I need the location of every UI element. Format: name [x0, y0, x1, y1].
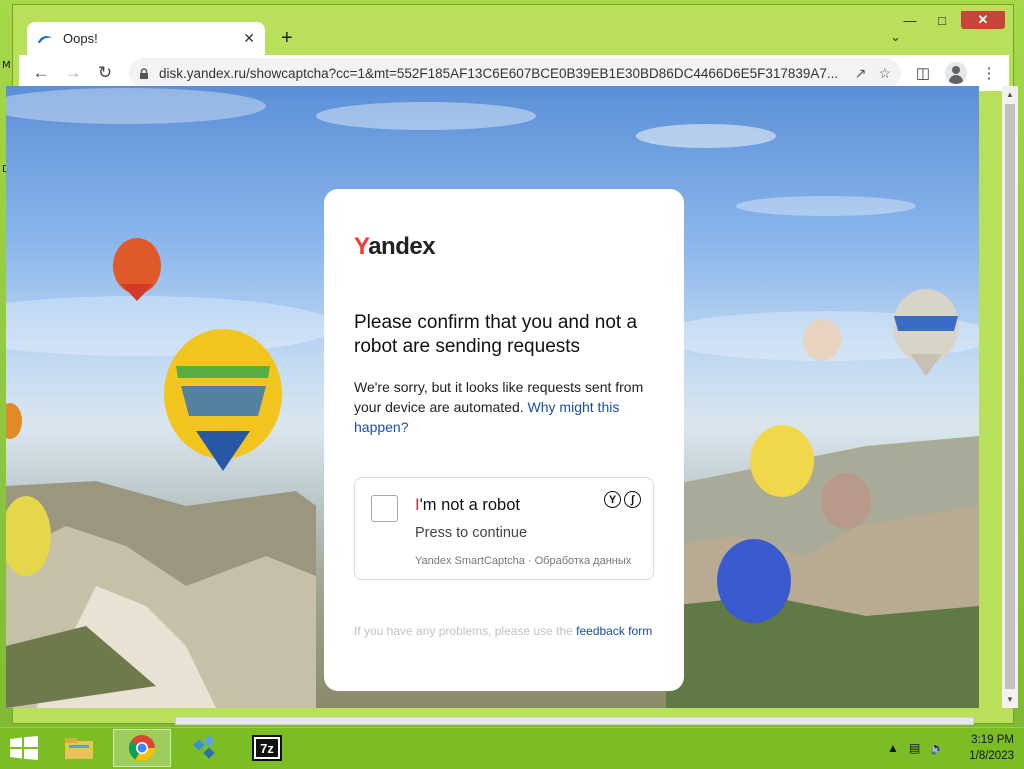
7zip-taskbar-button[interactable]: 7z — [238, 729, 296, 767]
smartcaptcha-s-icon: ∫ — [624, 491, 641, 508]
captcha-title-text: 'm not a robot — [419, 496, 520, 514]
horizontal-scrollbar[interactable] — [175, 717, 974, 725]
cubes-icon — [193, 735, 215, 759]
balloon — [113, 238, 161, 301]
explanation-text: We're sorry, but it looks like requests … — [354, 377, 654, 437]
windows-start-icon[interactable] — [10, 736, 38, 760]
app-cubes-taskbar-button[interactable] — [176, 729, 234, 767]
show-hidden-icons-icon[interactable]: ▲ — [887, 741, 899, 755]
clock[interactable]: 3:19 PM 1/8/2023 — [969, 732, 1014, 764]
page-title: Please confirm that you and not a robot … — [354, 312, 638, 357]
volume-icon[interactable]: 🔈 — [930, 741, 945, 755]
smart-captcha-widget[interactable]: I'm not a robot Press to continue Yandex… — [354, 477, 654, 580]
problems-text: If you have any problems, please use the… — [354, 622, 654, 640]
bookmark-star-icon[interactable]: ☆ — [878, 65, 891, 82]
captcha-subtitle: Press to continue — [415, 525, 528, 541]
logo-letter: Y — [354, 233, 369, 260]
url-text[interactable]: disk.yandex.ru/showcaptcha?cc=1&mt=552F1… — [159, 66, 843, 81]
scroll-down-arrow-icon[interactable]: ▼ — [1006, 695, 1014, 704]
file-explorer-taskbar-button[interactable] — [50, 729, 108, 767]
yandex-logo: Yandex — [354, 233, 654, 261]
chrome-taskbar-button[interactable] — [113, 729, 171, 767]
system-tray: ▲ ▤ 🔈 3:19 PM 1/8/2023 — [887, 732, 1014, 764]
desktop-label: M — [2, 60, 11, 71]
7zip-icon: 7z — [252, 735, 282, 761]
taskbar: 7z ▲ ▤ 🔈 3:19 PM 1/8/2023 — [0, 727, 1024, 769]
scroll-up-arrow-icon[interactable]: ▲ — [1006, 90, 1014, 99]
chrome-icon — [128, 735, 156, 762]
folder-icon — [65, 738, 93, 759]
scrollbar-thumb[interactable] — [1005, 104, 1015, 689]
tab-search-chevron-icon[interactable]: ⌄ — [890, 29, 901, 45]
share-icon[interactable]: ↗ — [855, 65, 867, 82]
captcha-card: Yandex Please confirm that you and not a… — [324, 189, 684, 691]
tab-title: Oops! — [63, 31, 98, 46]
feedback-form-link[interactable]: feedback form — [576, 624, 652, 638]
menu-kebab-icon[interactable]: ⋮ — [977, 64, 1001, 82]
logo-text: andex — [368, 233, 436, 260]
network-icon[interactable]: ▤ — [909, 741, 920, 755]
page-viewport: Yandex Please confirm that you and not a… — [6, 86, 979, 708]
captcha-footer[interactable]: Yandex SmartCaptcha · Обработка данных — [415, 555, 631, 567]
clock-date: 1/8/2023 — [969, 750, 1014, 762]
new-tab-button[interactable]: + — [281, 27, 293, 50]
clock-time: 3:19 PM — [971, 734, 1014, 746]
problems-body: If you have any problems, please use the — [354, 624, 573, 638]
close-tab-icon[interactable]: ✕ — [243, 30, 255, 47]
smartcaptcha-logo-icon: Y ∫ — [604, 491, 641, 508]
address-bar[interactable]: disk.yandex.ru/showcaptcha?cc=1&mt=552F1… — [129, 58, 901, 88]
not-a-robot-checkbox[interactable] — [371, 495, 398, 522]
side-panel-icon[interactable]: ◫ — [911, 64, 935, 82]
balloon — [164, 329, 282, 471]
back-button[interactable]: ← — [27, 59, 55, 87]
tab-oops[interactable]: Oops! ✕ — [27, 22, 265, 55]
tab-strip: Oops! ✕ + ⌄ — [19, 19, 1009, 55]
captcha-title: I'm not a robot — [415, 496, 520, 515]
balloon — [893, 289, 959, 376]
yandex-y-icon: Y — [604, 491, 621, 508]
forward-button[interactable]: → — [59, 59, 87, 87]
lock-icon[interactable] — [139, 67, 149, 79]
reload-button[interactable]: ↻ — [91, 59, 119, 87]
profile-avatar-icon[interactable] — [945, 62, 967, 84]
yandex-disk-icon — [38, 35, 52, 43]
vertical-scrollbar[interactable]: ▲ ▼ — [1002, 86, 1018, 708]
svg-text:7z: 7z — [260, 741, 274, 756]
